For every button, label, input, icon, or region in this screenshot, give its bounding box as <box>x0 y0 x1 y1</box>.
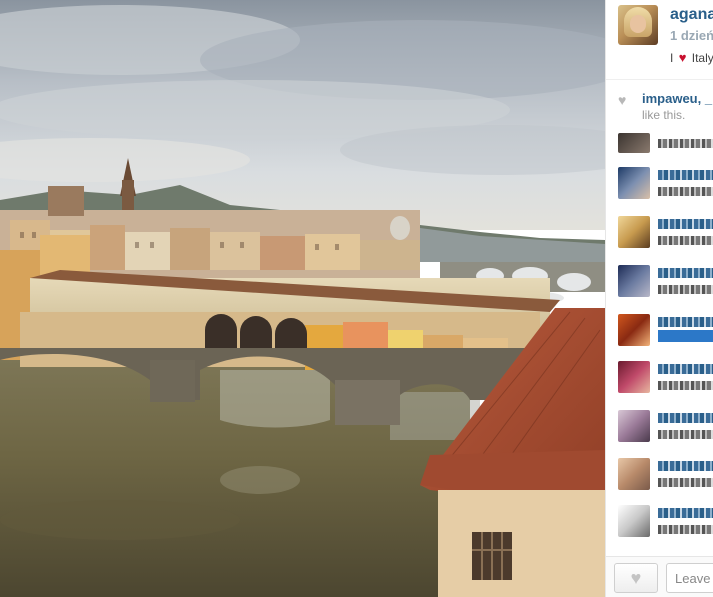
commenter-avatar[interactable] <box>618 167 650 199</box>
comment-text-pixelated <box>658 430 713 439</box>
comment-input[interactable] <box>666 563 713 593</box>
commenter-avatar[interactable] <box>618 133 650 153</box>
comment-text-pixelated <box>658 285 713 294</box>
list-item <box>606 458 713 498</box>
list-item <box>606 505 713 545</box>
comment-text-pixelated <box>658 139 713 148</box>
list-item <box>606 167 713 207</box>
commenter-avatar[interactable] <box>618 505 650 537</box>
commenter-name-pixelated[interactable] <box>658 170 713 180</box>
post-time-ago[interactable]: 1 dzień <box>670 28 713 43</box>
comment-text-pixelated <box>658 478 713 487</box>
comment-footer: ♥ <box>606 556 713 597</box>
commenter-name-pixelated[interactable] <box>658 461 713 471</box>
list-item <box>606 216 713 256</box>
like-button[interactable]: ♥ <box>614 563 658 593</box>
commenter-avatar[interactable] <box>618 361 650 393</box>
post-caption: I ♥ Italy <box>670 50 713 65</box>
comment-text-pixelated <box>658 187 713 196</box>
red-heart-icon: ♥ <box>678 50 687 65</box>
commenter-avatar[interactable] <box>618 265 650 297</box>
list-item <box>606 361 713 401</box>
post-side-panel: agana 1 dzień I ♥ Italy ♥ impaweu, _ lik… <box>605 0 713 597</box>
likers-link[interactable]: impaweu, _ <box>642 91 712 106</box>
commenter-avatar[interactable] <box>618 314 650 346</box>
author-avatar[interactable] <box>618 5 658 45</box>
commenter-avatar[interactable] <box>618 410 650 442</box>
commenter-name-pixelated[interactable] <box>658 413 713 423</box>
commenter-name-pixelated[interactable] <box>658 317 713 327</box>
commenter-avatar[interactable] <box>618 216 650 248</box>
likes-summary: ♥ impaweu, _ like this. <box>606 88 713 128</box>
list-item <box>606 314 713 354</box>
comment-text-pixelated <box>658 236 713 245</box>
comment-text-pixelated <box>658 381 713 390</box>
author-username[interactable]: agana <box>670 6 713 24</box>
post-viewer: agana 1 dzień I ♥ Italy ♥ impaweu, _ lik… <box>0 0 713 597</box>
commenter-name-pixelated[interactable] <box>658 219 713 229</box>
likes-tail-text: like this. <box>642 108 686 122</box>
commenter-name-pixelated[interactable] <box>658 508 713 518</box>
list-item <box>606 265 713 305</box>
avatar-face <box>630 15 646 33</box>
comment-text-highlighted <box>658 330 713 342</box>
commenter-avatar[interactable] <box>618 458 650 490</box>
list-item <box>606 410 713 450</box>
comment-text-pixelated <box>658 525 713 534</box>
post-photo[interactable] <box>0 0 605 597</box>
commenter-name-pixelated[interactable] <box>658 268 713 278</box>
comments-list <box>606 133 713 555</box>
post-header: agana 1 dzień I ♥ Italy <box>606 0 713 80</box>
caption-prefix: I <box>670 51 674 65</box>
heart-icon: ♥ <box>630 568 642 588</box>
caption-suffix: Italy <box>691 51 713 65</box>
ponte-vecchio-image <box>0 0 605 597</box>
heart-icon: ♥ <box>618 92 627 108</box>
commenter-name-pixelated[interactable] <box>658 364 713 374</box>
